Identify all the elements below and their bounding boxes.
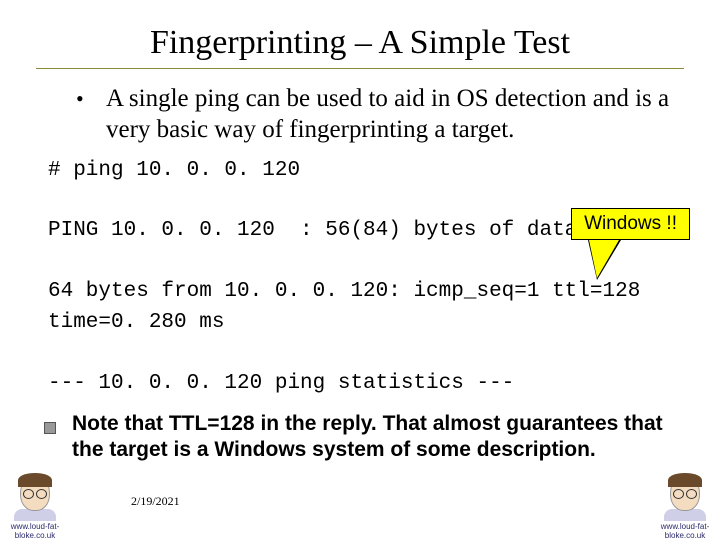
code-line-4: --- 10. 0. 0. 120 ping statistics ---: [48, 372, 514, 395]
note-bullet: Note that TTL=128 in the reply. That alm…: [26, 399, 694, 464]
title-underline: [36, 68, 684, 69]
square-icon: [44, 422, 56, 434]
bullet-marker: •: [76, 83, 106, 146]
main-bullet: • A single ping can be used to aid in OS…: [26, 83, 694, 146]
callout-tail: [589, 240, 619, 278]
note-text: Note that TTL=128 in the reply. That alm…: [72, 411, 668, 464]
corner-left: www.loud-fat-bloke.co.uk: [0, 471, 70, 540]
avatar-icon: [664, 471, 706, 521]
watermark-right: www.loud-fat-bloke.co.uk: [650, 522, 720, 540]
code-line-1: # ping 10. 0. 0. 120: [48, 159, 300, 182]
bullet-text: A single ping can be used to aid in OS d…: [106, 83, 674, 146]
avatar-icon: [14, 471, 56, 521]
date-stamp: 2/19/2021: [131, 494, 180, 509]
corner-right: www.loud-fat-bloke.co.uk: [650, 471, 720, 540]
slide-title: Fingerprinting – A Simple Test: [26, 24, 694, 62]
watermark-left: www.loud-fat-bloke.co.uk: [0, 522, 70, 540]
note-marker: [44, 411, 72, 464]
code-line-3: 64 bytes from 10. 0. 0. 120: icmp_seq=1 …: [48, 280, 653, 333]
callout: Windows !!: [571, 208, 690, 240]
code-line-2: PING 10. 0. 0. 120 : 56(84) bytes of dat…: [48, 219, 590, 242]
slide: Fingerprinting – A Simple Test • A singl…: [0, 0, 720, 540]
callout-label: Windows !!: [571, 208, 690, 240]
